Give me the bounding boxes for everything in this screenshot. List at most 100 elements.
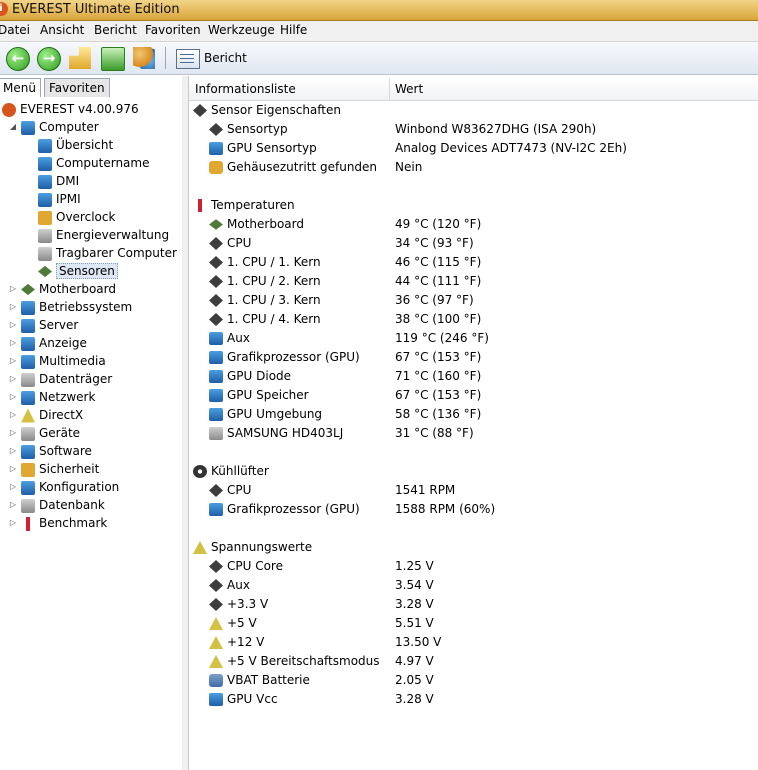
- table-row[interactable]: Motherboard 49 °C (120 °F): [189, 215, 758, 234]
- expand-icon[interactable]: ▷: [8, 334, 18, 352]
- storage-icon: [21, 372, 35, 387]
- tree-item-database[interactable]: ▷ Datenbank: [10, 496, 105, 514]
- expand-icon[interactable]: ▷: [8, 406, 18, 424]
- table-row[interactable]: +5 V 5.51 V: [189, 614, 758, 633]
- toolbar: ← → Bericht: [0, 42, 758, 75]
- column-field[interactable]: Informationsliste: [195, 82, 296, 96]
- tab-favorites[interactable]: Favoriten: [44, 78, 110, 97]
- table-row[interactable]: 1. CPU / 4. Kern 38 °C (100 °F): [189, 310, 758, 329]
- table-row[interactable]: +12 V 13.50 V: [189, 633, 758, 652]
- tab-menu[interactable]: Menü: [0, 78, 41, 97]
- row-value: 1541 RPM: [395, 483, 456, 497]
- expand-icon[interactable]: ▷: [8, 424, 18, 442]
- table-row[interactable]: Aux 119 °C (246 °F): [189, 329, 758, 348]
- row-label: GPU Diode: [227, 369, 292, 383]
- tree-item-power-management[interactable]: Energieverwaltung: [38, 226, 169, 244]
- column-value[interactable]: Wert: [395, 82, 423, 96]
- expand-icon[interactable]: ▷: [8, 478, 18, 496]
- menu-ansicht[interactable]: Ansicht: [40, 23, 84, 37]
- menu-hilfe[interactable]: Hilfe: [280, 23, 307, 37]
- table-row[interactable]: CPU Core 1.25 V: [189, 557, 758, 576]
- tree-item-overclock[interactable]: Overclock: [38, 208, 115, 226]
- tree-item-display[interactable]: ▷ Anzeige: [10, 334, 87, 352]
- tree-item-dmi[interactable]: DMI: [38, 172, 79, 190]
- table-row[interactable]: GPU Sensortyp Analog Devices ADT7473 (NV-…: [189, 139, 758, 158]
- tree-item-multimedia[interactable]: ▷ Multimedia: [10, 352, 106, 370]
- expand-icon[interactable]: ▷: [8, 280, 18, 298]
- collapse-icon[interactable]: ◢: [8, 118, 18, 136]
- expand-icon[interactable]: ▷: [8, 370, 18, 388]
- monitor-icon: [209, 351, 223, 364]
- section-header[interactable]: Temperaturen: [189, 196, 758, 215]
- table-row[interactable]: 1. CPU / 3. Kern 36 °C (97 °F): [189, 291, 758, 310]
- chip-icon: [209, 560, 223, 573]
- tree-item-network[interactable]: ▷ Netzwerk: [10, 388, 95, 406]
- table-row[interactable]: GPU Vcc 3.28 V: [189, 690, 758, 709]
- column-divider[interactable]: [389, 78, 390, 100]
- tree-item-devices[interactable]: ▷ Geräte: [10, 424, 80, 442]
- tree-item-operating-system[interactable]: ▷ Betriebssystem: [10, 298, 132, 316]
- table-row[interactable]: Grafikprozessor (GPU) 1588 RPM (60%): [189, 500, 758, 519]
- table-row[interactable]: GPU Umgebung 58 °C (136 °F): [189, 405, 758, 424]
- tree-item-motherboard[interactable]: ▷ Motherboard: [10, 280, 116, 298]
- menu-bericht[interactable]: Bericht: [94, 23, 137, 37]
- tree-item-benchmark[interactable]: ▷ Benchmark: [10, 514, 107, 532]
- section-header[interactable]: Spannungswerte: [189, 538, 758, 557]
- table-row[interactable]: SAMSUNG HD403LJ 31 °C (88 °F): [189, 424, 758, 443]
- server-icon: [21, 318, 35, 333]
- row-label: CPU Core: [227, 559, 283, 573]
- table-row[interactable]: CPU 1541 RPM: [189, 481, 758, 500]
- table-row[interactable]: Aux 3.54 V: [189, 576, 758, 595]
- section-header[interactable]: Kühllüfter: [189, 462, 758, 481]
- table-row[interactable]: +5 V Bereitschaftsmodus 4.97 V: [189, 652, 758, 671]
- menu-datei[interactable]: Datei: [0, 23, 30, 37]
- expand-icon[interactable]: ▷: [8, 352, 18, 370]
- tree-item-portable-computer[interactable]: Tragbarer Computer: [38, 244, 177, 262]
- up-folder-icon[interactable]: [69, 47, 91, 69]
- back-icon[interactable]: ←: [6, 47, 30, 71]
- tree-root[interactable]: EVEREST v4.00.976: [2, 100, 139, 118]
- table-row[interactable]: VBAT Batterie 2.05 V: [189, 671, 758, 690]
- table-row[interactable]: 1. CPU / 1. Kern 46 °C (115 °F): [189, 253, 758, 272]
- users-icon[interactable]: [133, 47, 155, 69]
- table-row[interactable]: Sensortyp Winbond W83627DHG (ISA 290h): [189, 120, 758, 139]
- expand-icon[interactable]: ▷: [8, 460, 18, 478]
- expand-icon[interactable]: ▷: [8, 496, 18, 514]
- expand-icon[interactable]: ▷: [8, 442, 18, 460]
- tree-item-storage[interactable]: ▷ Datenträger: [10, 370, 112, 388]
- table-row[interactable]: GPU Speicher 67 °C (153 °F): [189, 386, 758, 405]
- tree-item-overview[interactable]: Übersicht: [38, 136, 113, 154]
- tree-panel[interactable]: EVEREST v4.00.976 ◢ Computer Übersicht Co…: [0, 97, 183, 770]
- forward-icon[interactable]: →: [37, 47, 61, 71]
- tree-item-software[interactable]: ▷ Software: [10, 442, 92, 460]
- expand-icon[interactable]: ▷: [8, 316, 18, 334]
- menu-favoriten[interactable]: Favoriten: [145, 23, 201, 37]
- report-icon[interactable]: [176, 49, 200, 69]
- expand-icon[interactable]: ▷: [8, 514, 18, 532]
- section-header[interactable]: Sensor Eigenschaften: [189, 101, 758, 120]
- table-row[interactable]: CPU 34 °C (93 °F): [189, 234, 758, 253]
- tree-item-configuration[interactable]: ▷ Konfiguration: [10, 478, 119, 496]
- menu-bar: Datei Ansicht Bericht Favoriten Werkzeug…: [0, 21, 758, 42]
- tree-item-computer-name[interactable]: Computername: [38, 154, 149, 172]
- tree-item-security[interactable]: ▷ Sicherheit: [10, 460, 99, 478]
- row-label: CPU: [227, 483, 252, 497]
- table-row[interactable]: 1. CPU / 2. Kern 44 °C (111 °F): [189, 272, 758, 291]
- tree-item-ipmi[interactable]: IPMI: [38, 190, 81, 208]
- tree-item-sensors[interactable]: Sensoren: [38, 262, 118, 280]
- table-row[interactable]: Grafikprozessor (GPU) 67 °C (153 °F): [189, 348, 758, 367]
- expand-icon[interactable]: ▷: [8, 388, 18, 406]
- tree-item-server[interactable]: ▷ Server: [10, 316, 78, 334]
- motherboard-icon: [21, 283, 35, 296]
- expand-icon[interactable]: ▷: [8, 298, 18, 316]
- menu-werkzeuge[interactable]: Werkzeuge: [208, 23, 275, 37]
- row-value: 1588 RPM (60%): [395, 502, 496, 516]
- refresh-icon[interactable]: [101, 47, 125, 71]
- tree-computer[interactable]: ◢ Computer: [10, 118, 99, 136]
- table-row[interactable]: +3.3 V 3.28 V: [189, 595, 758, 614]
- tree-item-directx[interactable]: ▷ DirectX: [10, 406, 83, 424]
- report-button[interactable]: Bericht: [204, 51, 247, 65]
- table-row[interactable]: GPU Diode 71 °C (160 °F): [189, 367, 758, 386]
- table-row[interactable]: Gehäusezutritt gefunden Nein: [189, 158, 758, 177]
- splitter[interactable]: [182, 76, 189, 770]
